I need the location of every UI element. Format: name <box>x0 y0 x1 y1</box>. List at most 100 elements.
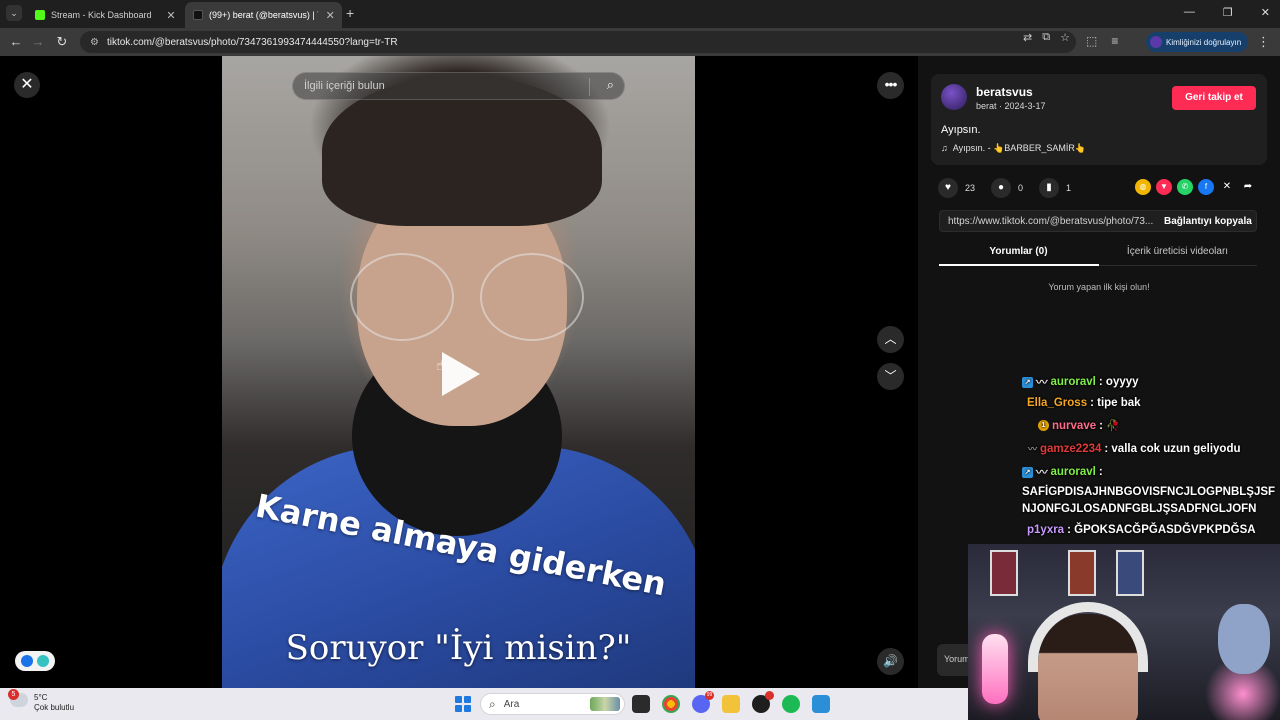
omnibox-actions: ⇄ ⧉ ☆ <box>1023 31 1070 44</box>
window-close-icon[interactable]: ✕ <box>1261 6 1270 19</box>
floating-extension-widget[interactable] <box>15 651 55 671</box>
forward-icon[interactable]: → <box>30 34 46 50</box>
profile-avatar <box>1150 36 1162 48</box>
minimize-icon[interactable]: — <box>1184 6 1195 19</box>
cloud-icon: 5 <box>8 689 28 707</box>
notification-badge: 99 <box>705 691 714 700</box>
post-music[interactable]: ♫ Ayıpsın. - 👆BARBER_SAMİR👆 <box>941 143 1086 154</box>
tab-tiktok[interactable]: (99+) berat (@beratsvus) | T ✕ <box>185 2 342 28</box>
site-settings-icon[interactable]: ⚙ <box>90 37 99 48</box>
share-arrow-icon[interactable]: ➦ <box>1240 179 1256 195</box>
facebook-icon[interactable]: f <box>1198 179 1214 195</box>
verify-identity-button[interactable]: Kimliğinizi doğrulayın <box>1146 32 1249 52</box>
related-search-input[interactable]: İlgili içeriği bulun ⌕ <box>292 72 625 100</box>
chat-username: Ella_Gross <box>1027 397 1088 409</box>
discord-icon[interactable]: 99 <box>692 691 714 713</box>
back-icon[interactable]: ← <box>8 34 24 50</box>
photo-glasses-right <box>480 253 584 341</box>
reading-list-icon[interactable]: ≡ <box>1111 34 1118 48</box>
taskbar-search-label: Ara <box>503 698 520 710</box>
sub-badge-icon: 1 <box>1038 420 1049 431</box>
panel-tabs: Yorumlar (0) İçerik üreticisi videoları <box>939 242 1257 266</box>
music-title: Ayıpsın. - 👆BARBER_SAMİR👆 <box>952 143 1087 153</box>
wall-poster <box>1116 550 1144 596</box>
embed-share-icon[interactable]: ◍ <box>1135 179 1151 195</box>
chat-text: : <box>1099 419 1103 432</box>
tab-kick-dashboard[interactable]: Stream - Kick Dashboard ✕ <box>27 2 183 28</box>
author-avatar[interactable] <box>941 84 967 110</box>
power-icon <box>37 655 49 667</box>
next-post-icon[interactable]: ﹀ <box>877 363 904 390</box>
comment-action[interactable]: ● 0 <box>991 178 1023 198</box>
browser-menu-icon[interactable]: ⋮ <box>1257 34 1270 50</box>
weather-text: 5°C Çok bulutlu <box>34 693 74 713</box>
post-description: Ayıpsın. <box>941 124 981 136</box>
previous-post-icon[interactable]: ︿ <box>877 326 904 353</box>
copy-link-button[interactable]: Bağlantıyı kopyala <box>1164 216 1252 227</box>
weather-temp: 5°C <box>34 693 48 702</box>
install-icon[interactable]: ⧉ <box>1042 31 1050 44</box>
obs-icon[interactable] <box>752 691 774 713</box>
send-share-icon[interactable]: ▼ <box>1156 179 1172 195</box>
weather-badge: 5 <box>8 689 19 700</box>
reload-icon[interactable]: ↻ <box>54 34 70 50</box>
post-link-url[interactable]: https://www.tiktok.com/@beratsvus/photo/… <box>948 216 1153 227</box>
windows-start-icon[interactable] <box>455 696 471 712</box>
more-options-icon[interactable]: ••• <box>877 72 904 99</box>
toolbar-icons: ⬚ ≡ <box>1086 34 1118 48</box>
search-highlight-image <box>590 697 620 711</box>
recording-badge <box>765 691 774 700</box>
tab-creator-videos[interactable]: İçerik üreticisi videoları <box>1098 246 1257 257</box>
comment-count: 0 <box>1018 183 1024 193</box>
tab-close-icon[interactable]: ✕ <box>165 9 177 22</box>
photos-icon[interactable] <box>812 695 830 713</box>
webcam-overlay <box>968 544 1280 720</box>
chrome-icon[interactable] <box>662 695 680 713</box>
post-info-card: beratsvus berat · 2024-3-17 Geri takip e… <box>931 74 1267 165</box>
address-url: tiktok.com/@beratsvus/photo/734736199347… <box>106 36 398 48</box>
address-bar[interactable]: ⚙ tiktok.com/@beratsvus/photo/7347361993… <box>80 31 1076 53</box>
chat-username: gamze2234 <box>1040 442 1102 455</box>
search-divider <box>589 78 590 96</box>
share-options: ◍ ▼ ✆ f ✕ ➦ <box>1135 179 1256 195</box>
chat-text: : oyyyy <box>1098 376 1139 388</box>
whatsapp-icon[interactable]: ✆ <box>1177 179 1193 195</box>
bookmark-star-icon[interactable]: ☆ <box>1060 31 1070 44</box>
like-action[interactable]: ♥ 23 <box>938 178 975 198</box>
chat-text: : <box>1098 466 1103 478</box>
tab-comments[interactable]: Yorumlar (0) <box>939 246 1098 257</box>
chat-username: nurvave <box>1052 419 1097 432</box>
volume-icon[interactable]: 🔊 <box>877 648 904 675</box>
restore-icon[interactable]: ❐ <box>1223 6 1233 19</box>
wall-poster <box>990 550 1018 596</box>
tab-search-icon[interactable]: ⌄ <box>6 5 22 21</box>
hand-cursor-icon: ☝ <box>436 357 445 373</box>
weather-widget[interactable]: 5 5°C Çok bulutlu <box>8 689 74 713</box>
close-icon[interactable]: ✕ <box>14 72 40 98</box>
new-tab-icon[interactable]: + <box>346 5 354 21</box>
author-username[interactable]: beratsvus <box>976 85 1033 99</box>
task-view-icon[interactable] <box>632 695 650 713</box>
chat-badge-icon: ↗ <box>1022 376 1033 388</box>
save-count: 1 <box>1066 183 1072 193</box>
file-explorer-icon[interactable] <box>722 695 740 713</box>
post-photo[interactable]: İlgili içeriği bulun ⌕ Karne almaya gide… <box>222 56 695 688</box>
spotify-icon[interactable] <box>782 695 800 713</box>
heart-icon: ♥ <box>938 178 958 198</box>
taskbar-search[interactable]: ⌕ Ara <box>480 693 625 715</box>
follow-back-button[interactable]: Geri takip et <box>1172 86 1256 110</box>
translate-icon[interactable]: ⇄ <box>1023 31 1032 44</box>
tab-close-icon[interactable]: ✕ <box>324 9 336 22</box>
post-link-row: https://www.tiktok.com/@beratsvus/photo/… <box>939 210 1257 232</box>
search-icon[interactable]: ⌕ <box>607 77 614 93</box>
chat-message: p1yxra : ĞPOKSACĞPĞASDĞVPKPDĞSA <box>1027 524 1256 536</box>
search-placeholder: İlgili içeriği bulun <box>304 80 385 92</box>
chat-text: : ĞPOKSACĞPĞASDĞVPKPDĞSA <box>1067 524 1256 536</box>
x-twitter-icon[interactable]: ✕ <box>1219 179 1235 195</box>
play-icon[interactable] <box>442 352 480 396</box>
empty-comments-message: Yorum yapan ilk kişi olun! <box>1048 282 1150 292</box>
comment-icon: ● <box>991 178 1012 198</box>
extensions-icon[interactable]: ⬚ <box>1086 34 1097 48</box>
save-action[interactable]: ▮ 1 <box>1039 178 1071 198</box>
media-viewer: ✕ İlgili içeriği bulun ⌕ Karne almaya gi… <box>0 56 918 688</box>
